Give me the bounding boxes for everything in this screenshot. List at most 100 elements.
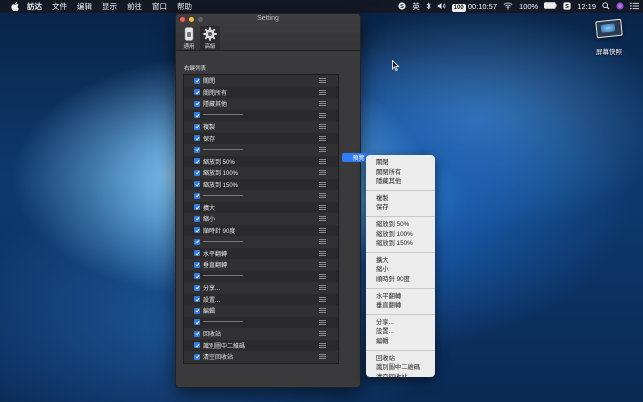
- context-menu-item[interactable]: 擴大: [366, 256, 435, 266]
- checkbox[interactable]: [194, 261, 200, 268]
- notification-center-icon[interactable]: [630, 2, 639, 12]
- menu-file[interactable]: 文件: [52, 1, 67, 12]
- checkbox[interactable]: [194, 307, 200, 314]
- context-menu-item[interactable]: 識別圖中二維碼: [366, 363, 435, 373]
- list-item[interactable]: 保存: [184, 132, 338, 144]
- context-menu-item[interactable]: 縮放到 50%: [366, 220, 435, 230]
- menu-finder[interactable]: 訪达: [27, 1, 42, 12]
- context-menu-item[interactable]: 分享...: [366, 318, 435, 328]
- drag-handle-icon[interactable]: [319, 296, 326, 302]
- input-method-label[interactable]: 英: [412, 1, 420, 12]
- context-menu-item[interactable]: 保存: [366, 203, 435, 213]
- context-menu-items-list[interactable]: 關閉 關閉所有 隱藏其他 -------------------- 複製 保存 ------…: [183, 74, 339, 364]
- drag-handle-icon[interactable]: [319, 331, 326, 336]
- checkbox[interactable]: [194, 273, 200, 280]
- list-item[interactable]: 縮放到 150%: [184, 178, 338, 190]
- checkbox[interactable]: [194, 181, 200, 188]
- context-menu-item[interactable]: 垂直翻轉: [366, 301, 435, 311]
- context-menu-item[interactable]: 順時針 90度: [366, 275, 435, 285]
- drag-handle-icon[interactable]: [319, 354, 326, 359]
- drag-handle-icon[interactable]: [319, 181, 326, 187]
- list-item[interactable]: 垂直翻轉: [184, 259, 338, 271]
- list-item[interactable]: 順時針 90度: [184, 224, 338, 236]
- volume-icon[interactable]: [437, 2, 446, 12]
- context-menu-item[interactable]: 縮放到 100%: [366, 230, 435, 240]
- list-item[interactable]: 清空回收站: [184, 351, 338, 363]
- checkbox[interactable]: [194, 296, 200, 303]
- context-menu-item[interactable]: 設置...: [366, 327, 435, 337]
- checkbox[interactable]: [194, 238, 200, 245]
- drag-handle-icon[interactable]: [319, 124, 326, 129]
- context-menu-item[interactable]: 水平翻轉: [366, 292, 435, 302]
- bluetooth-icon[interactable]: [426, 1, 431, 12]
- context-menu-item[interactable]: 關閉: [366, 158, 435, 168]
- battery-icon[interactable]: [544, 2, 557, 11]
- context-menu-item[interactable]: 縮放到 150%: [366, 239, 435, 249]
- search-icon[interactable]: [602, 1, 610, 12]
- drag-handle-icon[interactable]: [319, 204, 326, 210]
- list-item[interactable]: 隱藏其他: [184, 98, 338, 110]
- checkbox[interactable]: [194, 284, 200, 291]
- drag-handle-icon[interactable]: [319, 170, 326, 175]
- drag-handle-icon[interactable]: [319, 250, 326, 256]
- context-menu-item[interactable]: 編輯: [366, 337, 435, 347]
- checkbox[interactable]: [194, 215, 200, 222]
- desktop-screenshot-file[interactable]: 屏幕快照: [592, 18, 626, 56]
- list-item[interactable]: 關閉所有: [184, 86, 338, 98]
- app-status-icon[interactable]: S: [398, 1, 406, 12]
- checkbox[interactable]: [194, 204, 200, 211]
- list-item[interactable]: 縮小: [184, 213, 338, 225]
- apple-icon[interactable]: [11, 2, 21, 12]
- checkbox[interactable]: [194, 146, 200, 153]
- checkbox[interactable]: [194, 100, 200, 107]
- checkbox[interactable]: [194, 342, 200, 349]
- list-item[interactable]: 回收站: [184, 328, 338, 340]
- list-item[interactable]: --------------------: [184, 190, 338, 202]
- list-item[interactable]: 設置...: [184, 293, 338, 305]
- checkbox[interactable]: [194, 192, 200, 199]
- drag-handle-icon[interactable]: [319, 262, 326, 267]
- drag-handle-icon[interactable]: [319, 273, 326, 279]
- list-item[interactable]: --------------------: [184, 270, 338, 282]
- checkbox[interactable]: [194, 112, 200, 119]
- tab-advanced[interactable]: 高級: [200, 26, 220, 50]
- drag-handle-icon[interactable]: [319, 319, 326, 325]
- list-item[interactable]: --------------------: [184, 316, 338, 328]
- wifi-icon[interactable]: [503, 2, 513, 12]
- tab-general[interactable]: 通用: [179, 26, 199, 50]
- list-item[interactable]: 關閉: [184, 75, 338, 87]
- list-item[interactable]: 縮放到 50%: [184, 155, 338, 167]
- context-menu-item[interactable]: 複製: [366, 194, 435, 204]
- checkbox[interactable]: [194, 135, 200, 142]
- siri-icon[interactable]: [616, 1, 624, 12]
- checkbox[interactable]: [194, 353, 200, 360]
- timer-status[interactable]: 100 00:10:57: [451, 2, 497, 12]
- menu-go[interactable]: 前往: [127, 1, 142, 12]
- list-item[interactable]: 縮放到 100%: [184, 167, 338, 179]
- list-item[interactable]: 分享...: [184, 282, 338, 294]
- drag-handle-icon[interactable]: [319, 227, 326, 233]
- list-item[interactable]: 擴大: [184, 201, 338, 213]
- drag-handle-icon[interactable]: [319, 101, 326, 106]
- drag-handle-icon[interactable]: [319, 78, 326, 83]
- drag-handle-icon[interactable]: [319, 193, 326, 198]
- checkbox[interactable]: [194, 169, 200, 176]
- drag-handle-icon[interactable]: [319, 89, 326, 95]
- drag-handle-icon[interactable]: [319, 308, 326, 313]
- checkbox[interactable]: [194, 319, 200, 326]
- list-item[interactable]: 編輯: [184, 305, 338, 317]
- menu-window[interactable]: 窗口: [152, 1, 167, 12]
- context-menu-item[interactable]: 回收站: [366, 354, 435, 364]
- list-item[interactable]: 複製: [184, 121, 338, 133]
- app-s-icon[interactable]: S: [563, 1, 571, 12]
- menu-help[interactable]: 帮助: [177, 1, 192, 12]
- drag-handle-icon[interactable]: [319, 135, 326, 141]
- drag-handle-icon[interactable]: [319, 216, 326, 221]
- drag-handle-icon[interactable]: [319, 285, 326, 290]
- context-menu-item[interactable]: 隱藏其他: [366, 177, 435, 187]
- drag-handle-icon[interactable]: [319, 342, 326, 348]
- list-item[interactable]: 水平翻轉: [184, 247, 338, 259]
- drag-handle-icon[interactable]: [319, 158, 326, 164]
- context-menu-item[interactable]: 清空回收站: [366, 373, 435, 383]
- checkbox[interactable]: [194, 89, 200, 96]
